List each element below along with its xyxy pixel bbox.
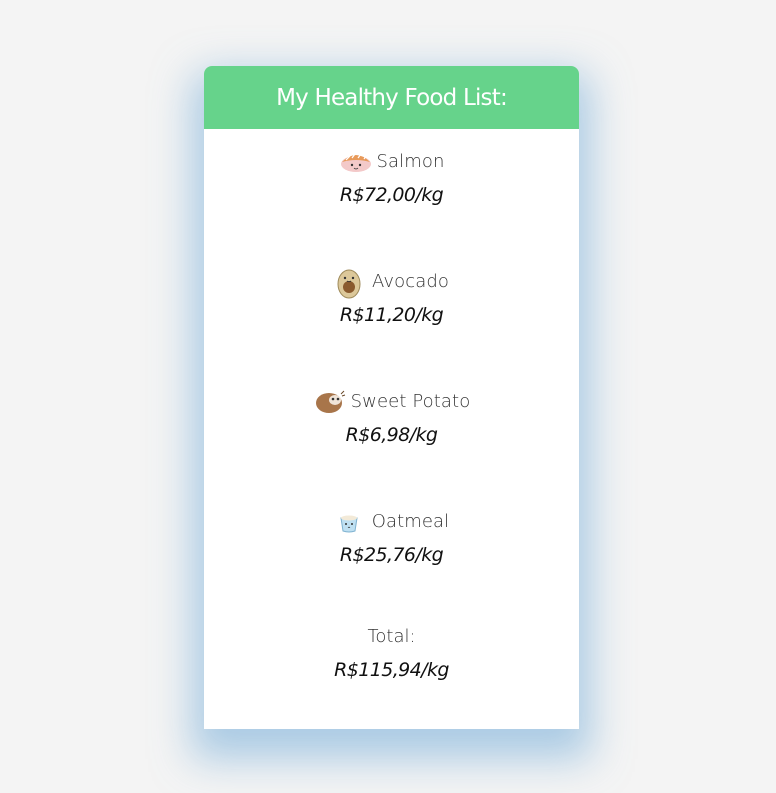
list-item: Avocado R$11,20/kg [204,266,579,326]
card-title: My Healthy Food List: [276,84,508,111]
list-item: Oatmeal R$25,76/kg [204,506,579,567]
item-price: R$6,98/kg [345,424,438,446]
item-price: R$11,20/kg [339,304,444,326]
sweet-potato-icon [313,386,345,416]
card-header: My Healthy Food List: [204,66,579,129]
item-name: Oatmeal [371,510,450,532]
food-list-card: My Healthy Food List: Salmon R$72,00/kg [204,66,579,729]
total-value: R$115,94/kg [334,659,449,681]
item-name: Sweet Potato [350,390,471,412]
item-name: Salmon [376,150,445,172]
item-price: R$25,76/kg [339,544,444,566]
item-price: R$72,00/kg [339,184,444,206]
salmon-icon [338,146,372,176]
avocado-icon [334,266,364,299]
oatmeal-icon [334,506,364,536]
item-name: Avocado [372,270,449,292]
total-section: Total: R$115,94/kg [204,626,579,681]
total-label: Total: [367,626,416,647]
list-item: Salmon R$72,00/kg [204,146,579,207]
list-item: Sweet Potato R$6,98/kg [204,386,579,446]
